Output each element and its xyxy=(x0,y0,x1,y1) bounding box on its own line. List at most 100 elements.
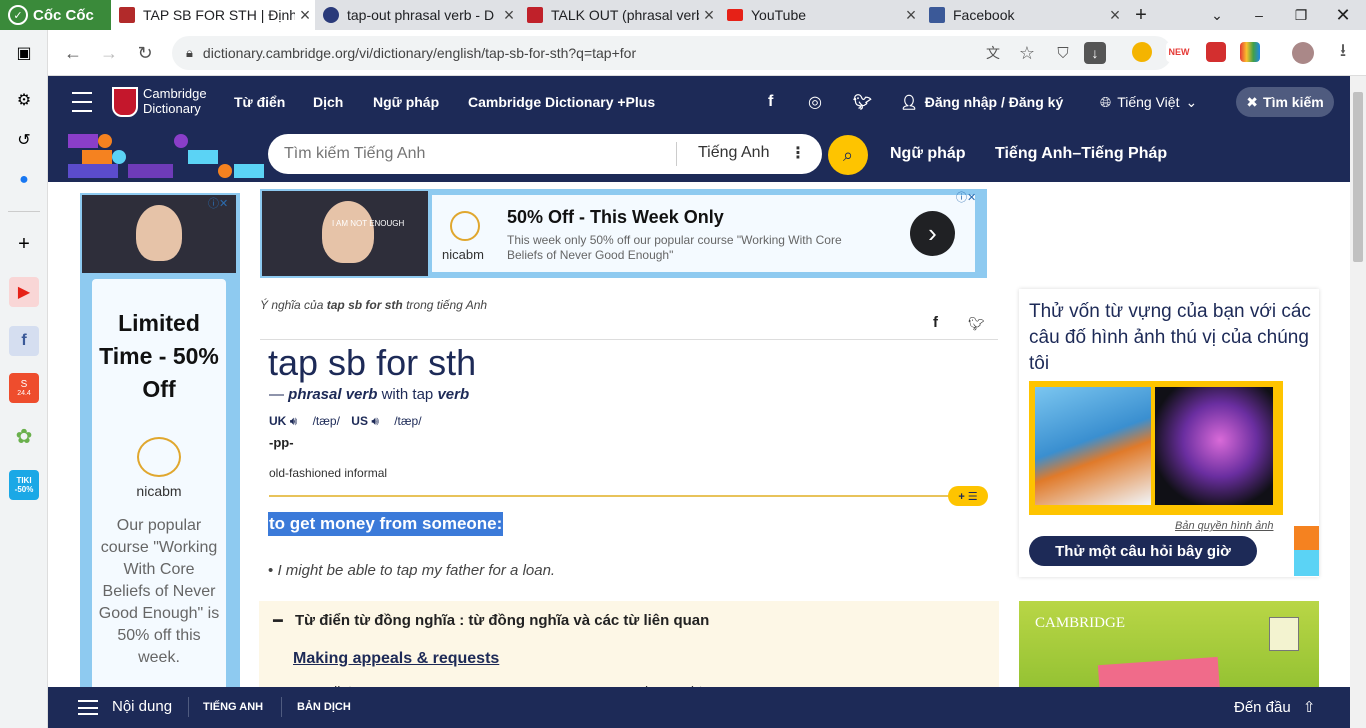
tab-title: TALK OUT (phrasal verb xyxy=(551,7,699,23)
tab-talk-out[interactable]: TALK OUT (phrasal verb × xyxy=(519,0,719,30)
subnav-grammar[interactable]: Ngữ pháp xyxy=(890,145,966,163)
ad-right[interactable]: CAMBRIDGE xyxy=(1019,601,1319,687)
twitter-share-icon[interactable]: 🐦︎ xyxy=(968,316,985,332)
book-favicon-icon xyxy=(527,7,543,23)
image-credit[interactable]: Bản quyền hình ảnh xyxy=(1175,520,1273,532)
shield-icon[interactable]: ⛉ xyxy=(1048,38,1078,68)
youtube-icon[interactable]: ▶ xyxy=(9,277,39,307)
chrome-extension-icon[interactable] xyxy=(1132,42,1152,62)
dictionary-select[interactable]: Tiếng Anh xyxy=(698,144,769,162)
forward-icon[interactable]: → xyxy=(94,38,124,68)
waterslide-image[interactable] xyxy=(1035,387,1151,505)
subnav-english-french[interactable]: Tiếng Anh–Tiếng Pháp xyxy=(995,145,1167,163)
shopee-icon[interactable]: S 24.4 xyxy=(9,373,39,403)
new-tab-icon[interactable]: + xyxy=(1126,0,1156,30)
nav-item-plus[interactable]: Cambridge Dictionary +Plus xyxy=(468,76,655,128)
minimize-icon[interactable]: – xyxy=(1238,0,1280,30)
ad-left[interactable]: ⓘ✕ Limited Time - 50% Off nicabm Our pop… xyxy=(80,193,240,687)
speaker-us-icon[interactable]: 🔊︎ xyxy=(371,414,379,428)
globe-favicon-icon xyxy=(323,7,339,23)
adchoices-icon[interactable]: ⓘ✕ xyxy=(208,195,228,211)
more-options-icon[interactable]: ⋮ xyxy=(790,143,806,163)
brand-name: Cốc Cốc xyxy=(33,6,94,24)
tab-strip: ✓ Cốc Cốc TAP SB FOR STH | Định × tap-ou… xyxy=(0,0,1366,30)
search-toggle-button[interactable]: ✖ Tìm kiếm xyxy=(1236,87,1334,117)
nav-item-grammar[interactable]: Ngữ pháp xyxy=(373,76,439,128)
facebook-icon[interactable]: f xyxy=(768,76,773,128)
download-icon[interactable]: ↓ xyxy=(1084,42,1106,64)
scrollbar[interactable] xyxy=(1350,76,1366,728)
star-icon[interactable]: ☆ xyxy=(1012,38,1042,68)
reload-icon[interactable]: ↻ xyxy=(130,38,160,68)
language-select[interactable]: 🌐︎ Tiếng Việt ⌄ xyxy=(1100,76,1197,128)
chevron-down-icon: ⌄ xyxy=(1185,93,1198,110)
history-icon[interactable]: ↺ xyxy=(9,125,39,155)
new-extension-icon[interactable]: NEW xyxy=(1166,42,1192,62)
maximize-icon[interactable]: ❐ xyxy=(1280,0,1322,30)
contents-label[interactable]: Nội dung xyxy=(112,698,172,715)
adchoices-icon[interactable]: ⓘ✕ xyxy=(956,189,976,205)
tab-cambridge[interactable]: TAP SB FOR STH | Định × xyxy=(111,0,315,30)
tab-facebook[interactable]: Facebook × xyxy=(921,0,1125,30)
scrollbar-thumb[interactable] xyxy=(1353,92,1363,262)
decor-block xyxy=(112,150,126,164)
meaning-heading: Ý nghĩa của tap sb for sth trong tiếng A… xyxy=(260,298,487,312)
speaker-uk-icon[interactable]: 🔊︎ xyxy=(290,414,298,428)
ad-body-card: nicabm 50% Off - This Week Only This wee… xyxy=(432,195,975,272)
add-icon[interactable]: + xyxy=(9,229,39,259)
translate-icon[interactable]: 文 xyxy=(978,38,1008,68)
instagram-icon[interactable]: ◎ xyxy=(808,76,822,128)
head-illustration xyxy=(322,201,374,263)
facebook-icon[interactable]: f xyxy=(9,326,39,356)
tab-search-icon[interactable]: ⌄ xyxy=(1196,0,1238,30)
tiki-badge: -50% xyxy=(14,485,34,494)
close-icon[interactable]: × xyxy=(295,5,315,26)
tab-tap-out[interactable]: tap-out phrasal verb - D × xyxy=(315,0,519,30)
ad-brand: nicabm xyxy=(136,483,182,499)
coccoc-brand[interactable]: ✓ Cốc Cốc xyxy=(0,0,111,30)
thesaurus-link[interactable]: Making appeals & requests xyxy=(293,650,499,668)
pos-label[interactable]: phrasal verb xyxy=(288,386,377,403)
chevron-right-icon[interactable]: › xyxy=(910,211,955,256)
avatar[interactable] xyxy=(1292,42,1314,64)
twitter-icon[interactable]: 🐦︎ xyxy=(853,76,872,128)
hamburger-icon[interactable] xyxy=(72,92,92,112)
close-window-icon[interactable]: ✕ xyxy=(1322,0,1364,30)
decor-block xyxy=(82,150,112,164)
leaf-icon[interactable]: ✿ xyxy=(9,421,39,451)
site-logo[interactable]: Cambridge Dictionary xyxy=(143,86,207,116)
facebook-share-icon[interactable]: f xyxy=(933,314,938,331)
search-button[interactable]: ⌕ xyxy=(828,135,868,175)
tiki-icon[interactable]: TIKI -50% xyxy=(9,470,39,500)
login-label: Đăng nhập / Đăng ký xyxy=(924,94,1064,110)
close-icon[interactable]: × xyxy=(499,5,519,26)
sidebar-toggle-icon[interactable]: ▣ xyxy=(9,38,39,68)
close-icon[interactable]: × xyxy=(1105,5,1125,26)
nav-item-dictionary[interactable]: Từ điển xyxy=(234,76,285,128)
messenger-icon[interactable]: ● xyxy=(9,165,39,195)
nav-item-translate[interactable]: Dịch xyxy=(313,76,343,128)
cambridge-crest-icon[interactable] xyxy=(112,87,138,117)
red-extension-icon[interactable] xyxy=(1206,42,1226,62)
color-extension-icon[interactable] xyxy=(1240,42,1260,62)
collapse-icon[interactable]: ━ xyxy=(273,611,283,631)
close-icon[interactable]: × xyxy=(901,5,921,26)
ad-right-brand: CAMBRIDGE xyxy=(1035,615,1126,631)
search-input[interactable] xyxy=(284,145,664,163)
pos-verb[interactable]: verb xyxy=(437,386,469,403)
menu-icon[interactable] xyxy=(78,700,98,715)
back-to-top-link[interactable]: Đến đầu ⇧ xyxy=(1234,698,1315,716)
back-icon[interactable]: ← xyxy=(58,38,88,68)
close-icon[interactable]: × xyxy=(699,5,719,26)
tab-title: Facebook xyxy=(953,7,1015,23)
tab-english[interactable]: TIẾNG ANH xyxy=(203,701,263,713)
ferris-wheel-image[interactable] xyxy=(1155,387,1273,505)
tab-translation[interactable]: BẢN DỊCH xyxy=(297,701,351,713)
gear-icon[interactable]: ⚙ xyxy=(9,85,39,115)
tab-youtube[interactable]: YouTube × xyxy=(719,0,921,30)
ad-top[interactable]: I AM NOT ENOUGH nicabm 50% Off - This We… xyxy=(260,189,987,278)
quiz-button[interactable]: Thử một câu hỏi bây giờ xyxy=(1029,536,1257,566)
add-to-list-button[interactable]: + ☰ xyxy=(948,486,988,506)
login-link[interactable]: 👤︎ Đăng nhập / Đăng ký xyxy=(900,76,1063,128)
download-arrow-icon[interactable]: ⭳ xyxy=(1328,38,1358,68)
